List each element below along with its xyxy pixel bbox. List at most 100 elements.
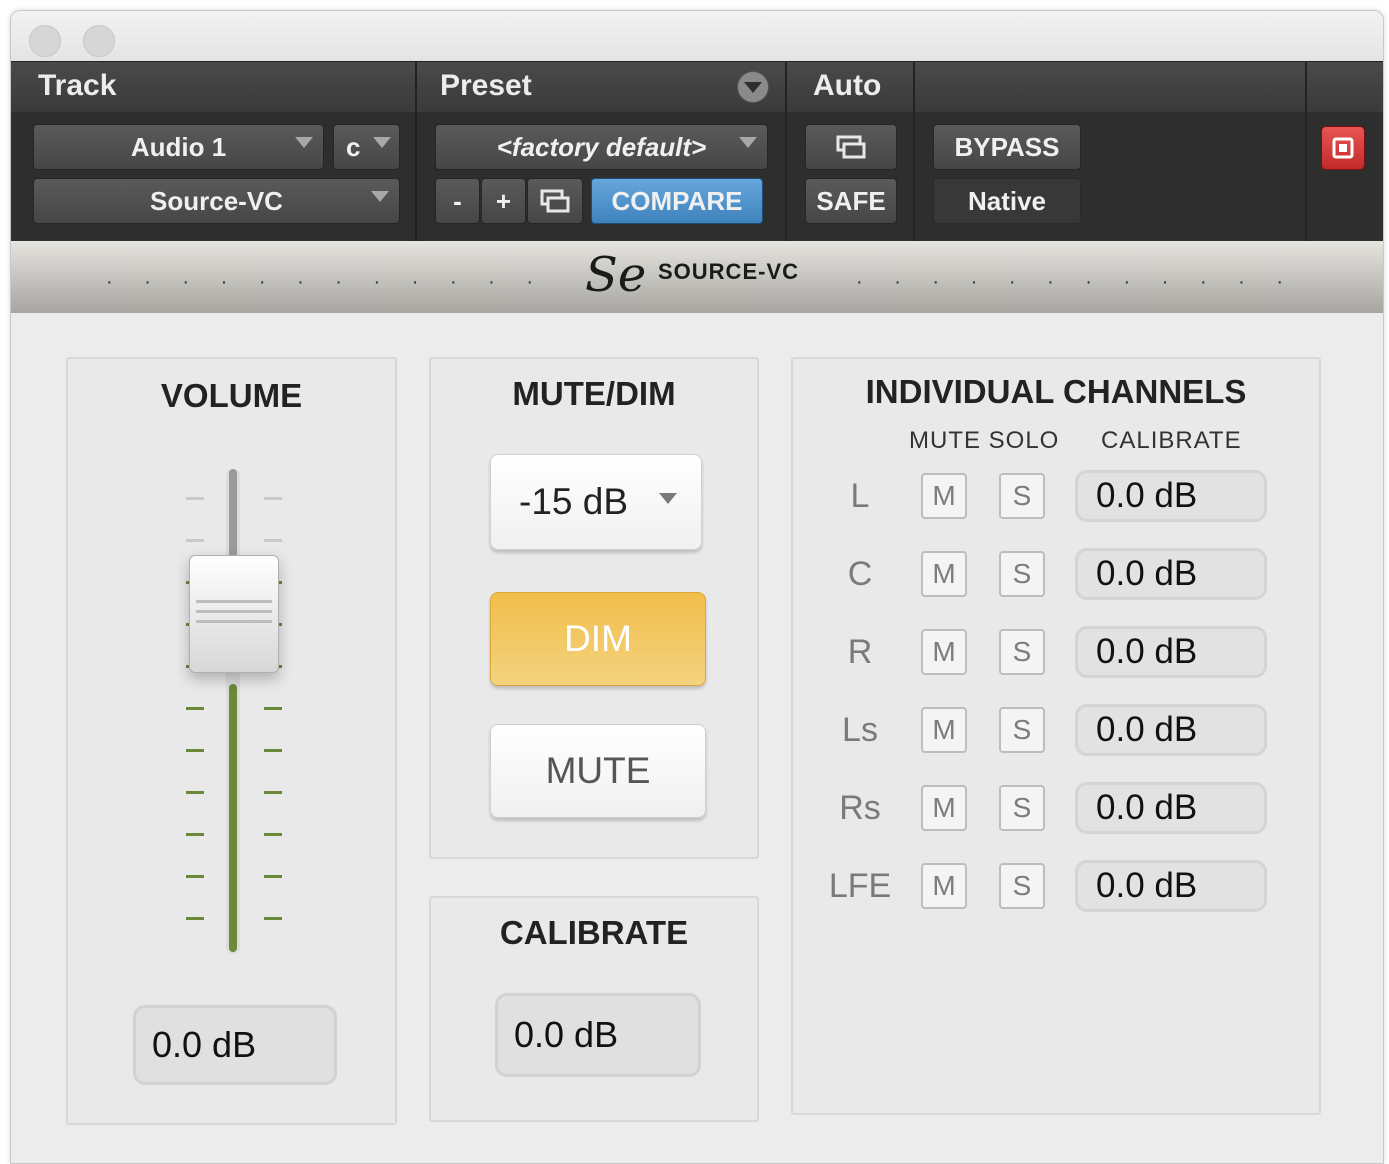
fader-tick [264,875,282,878]
plugin-window: Track Preset Auto Audio 1 c Source-VC <f… [10,10,1384,1164]
previous-preset-button[interactable]: - [435,178,480,224]
channel-solo-button[interactable]: S [999,629,1045,675]
channel-selector[interactable]: c [333,124,400,170]
channel-label: Rs [839,789,881,827]
compare-button[interactable]: COMPARE [591,178,763,224]
channel-mute-button[interactable]: M [921,707,967,753]
minimize-window-button[interactable] [83,25,115,57]
header-divider [1305,61,1307,241]
signal-path-button[interactable] [1321,126,1365,170]
preset-name: <factory default> [496,131,707,162]
dim-level-value: -15 dB [519,481,629,522]
channel-calibrate-field[interactable]: 0.0 dB [1075,782,1267,834]
dim-level-dropdown[interactable]: -15 dB [490,454,702,550]
title-bar [11,11,1383,61]
grip-line [196,620,272,623]
volume-fader-track[interactable] [226,469,240,954]
channel-label: L [850,477,870,515]
channel-solo-button[interactable]: S [999,473,1045,519]
channel-solo-button[interactable]: S [999,707,1045,753]
plugin-selector[interactable]: Source-VC [33,178,400,224]
automation-icon [836,135,866,159]
volume-panel: VOLUME 0.0 dB [66,357,397,1125]
channel-solo-button[interactable]: S [999,863,1045,909]
track-name: Audio 1 [130,131,227,162]
volume-title: VOLUME [160,377,303,414]
track-selector[interactable]: Audio 1 [33,124,324,170]
volume-fader-handle[interactable] [189,555,279,673]
safe-button[interactable]: SAFE [805,178,897,224]
preset-menu-button[interactable] [737,71,769,103]
plugin-name: Source-VC [150,185,283,216]
native-label: Native [967,185,1047,216]
calibrate-value: 0.0 dB [514,1014,619,1055]
bypass-label: BYPASS [954,131,1060,162]
compare-label: COMPARE [611,185,743,216]
fader-tick [186,749,204,752]
channel-calibrate-field[interactable]: 0.0 dB [1075,860,1267,912]
solo-letter: S [1012,558,1032,589]
decorative-dots: · · · · · · · · · · · · [106,271,547,293]
mute-button[interactable]: MUTE [490,724,706,818]
close-window-button[interactable] [29,25,61,57]
fader-tick [186,917,204,920]
calibrate-readout[interactable]: 0.0 dB [495,993,701,1077]
channel-name: c [346,131,361,162]
channel-calibrate-field[interactable]: 0.0 dB [1075,626,1267,678]
channel-solo-button[interactable]: S [999,551,1045,597]
mute-label: MUTE [545,750,651,791]
channel-calibrate-field[interactable]: 0.0 dB [1075,548,1267,600]
channel-mute-button[interactable]: M [921,551,967,597]
solo-letter: S [1012,636,1032,667]
channel-calibrate-value: 0.0 dB [1096,554,1198,593]
channel-label: LFE [828,867,892,905]
automation-button[interactable] [805,124,897,170]
fader-tick [264,833,282,836]
fader-tick [264,791,282,794]
channel-mute-button[interactable]: M [921,863,967,909]
fader-tick [264,539,282,542]
chevron-down-icon [371,191,389,202]
calibrate-title: CALIBRATE [499,914,689,951]
mute-letter: M [932,636,956,667]
signal-path-icon [1332,137,1354,159]
bypass-button[interactable]: BYPASS [933,124,1081,170]
track-label: Track [38,69,117,102]
mute-dim-title: MUTE/DIM [512,375,676,412]
channel-mute-button[interactable]: M [921,629,967,675]
channel-calibrate-field[interactable]: 0.0 dB [1075,704,1267,756]
channels-title: INDIVIDUAL CHANNELS [865,373,1247,410]
next-preset-button[interactable]: + [481,178,526,224]
auto-label: Auto [813,69,882,102]
dim-button[interactable]: DIM [490,592,706,686]
channel-calibrate-value: 0.0 dB [1096,632,1198,671]
header-label-strip [11,61,1383,112]
mute-letter: M [932,480,956,511]
grip-line [196,600,272,603]
plugin-header: Track Preset Auto Audio 1 c Source-VC <f… [11,61,1383,241]
fader-tick [264,497,282,500]
channel-label: Ls [842,711,878,749]
channel-calibrate-field[interactable]: 0.0 dB [1075,470,1267,522]
mute-letter: M [932,714,956,745]
chevron-down-icon [373,137,391,148]
channel-solo-button[interactable]: S [999,785,1045,831]
volume-value: 0.0 dB [152,1024,257,1065]
header-divider [415,61,417,241]
channel-mute-button[interactable]: M [921,473,967,519]
grip-line [196,610,272,613]
chevron-down-icon [739,137,757,148]
copy-settings-button[interactable] [527,178,583,224]
channel-calibrate-value: 0.0 dB [1096,866,1198,905]
plus-label: + [495,185,512,216]
preset-selector[interactable]: <factory default> [435,124,768,170]
fader-tick [186,707,204,710]
fader-track-level [229,684,237,952]
mute-letter: M [932,792,956,823]
channel-calibrate-value: 0.0 dB [1096,788,1198,827]
brand-bar: · · · · · · · · · · · · · · · · · · · · … [11,241,1383,313]
channel-label: C [847,555,873,593]
channel-mute-button[interactable]: M [921,785,967,831]
volume-readout[interactable]: 0.0 dB [133,1005,337,1085]
native-indicator: Native [933,178,1081,224]
